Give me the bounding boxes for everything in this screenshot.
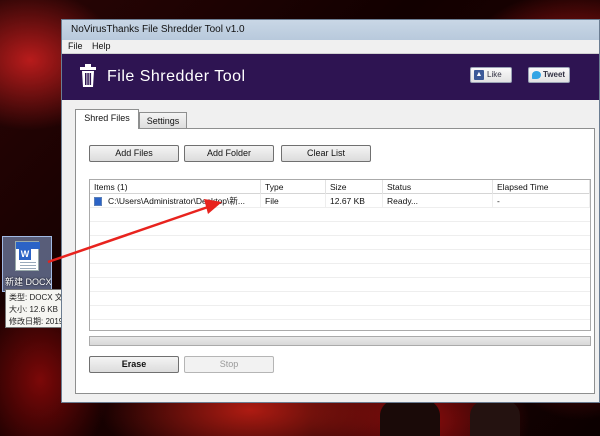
menu-file[interactable]: File [68, 41, 83, 51]
window-titlebar[interactable]: NoVirusThanks File Shredder Tool v1.0 [62, 20, 599, 40]
tab-settings[interactable]: Settings [139, 112, 187, 129]
wallpaper-shape [470, 398, 520, 436]
column-header-status[interactable]: Status [383, 180, 493, 194]
empty-row [90, 208, 590, 222]
column-header-items[interactable]: Items (1) [90, 180, 261, 194]
empty-row [90, 264, 590, 278]
column-header-type[interactable]: Type [261, 180, 326, 194]
thumbs-up-icon: ▲ [474, 70, 484, 80]
menu-help[interactable]: Help [92, 41, 111, 51]
stop-button[interactable]: Stop [184, 356, 274, 373]
empty-row [90, 222, 590, 236]
column-header-elapsed[interactable]: Elapsed Time [493, 180, 590, 194]
erase-button[interactable]: Erase [89, 356, 179, 373]
cell-elapsed: - [493, 194, 590, 208]
app-header: File Shredder Tool ▲ Like Tweet [62, 54, 599, 100]
empty-row [90, 292, 590, 306]
word-logo-letter: W [19, 248, 31, 260]
trash-icon [80, 64, 96, 87]
file-list[interactable]: Items (1) Type Size Status Elapsed Time … [89, 179, 591, 331]
empty-row [90, 306, 590, 320]
empty-row [90, 250, 590, 264]
word-file-icon [94, 197, 102, 206]
shred-progress-bar [89, 336, 591, 346]
shred-files-panel: Add Files Add Folder Clear List Items (1… [75, 128, 595, 394]
column-header-size[interactable]: Size [326, 180, 383, 194]
like-label: Like [487, 70, 502, 79]
table-row[interactable]: C:\Users\Administrator\Desktop\新... File… [90, 194, 590, 208]
facebook-like-button[interactable]: ▲ Like [470, 67, 512, 83]
desktop-file-icon[interactable]: W 新建 DOCX [2, 236, 52, 292]
app-window: NoVirusThanks File Shredder Tool v1.0 Fi… [61, 19, 600, 403]
tweet-button[interactable]: Tweet [528, 67, 570, 83]
cell-status: Ready... [383, 194, 493, 208]
main-body: Shred Files Settings Add Files Add Folde… [62, 100, 599, 402]
app-title: File Shredder Tool [107, 68, 246, 85]
cell-size: 12.67 KB [326, 194, 383, 208]
cell-type: File [261, 194, 326, 208]
tweet-label: Tweet [543, 70, 566, 79]
add-folder-button[interactable]: Add Folder [184, 145, 274, 162]
add-files-button[interactable]: Add Files [89, 145, 179, 162]
empty-row [90, 236, 590, 250]
list-header: Items (1) Type Size Status Elapsed Time [90, 180, 590, 194]
cell-path: C:\Users\Administrator\Desktop\新... [104, 194, 261, 208]
desktop-icon-label: 新建 DOCX [5, 277, 51, 287]
word-document-icon: W [15, 241, 40, 271]
menu-bar: File Help [62, 40, 599, 54]
clear-list-button[interactable]: Clear List [281, 145, 371, 162]
empty-row [90, 278, 590, 292]
tab-shred-files[interactable]: Shred Files [75, 109, 139, 129]
twitter-bird-icon [532, 71, 541, 79]
window-title: NoVirusThanks File Shredder Tool v1.0 [71, 24, 245, 35]
document-lines [20, 262, 36, 263]
